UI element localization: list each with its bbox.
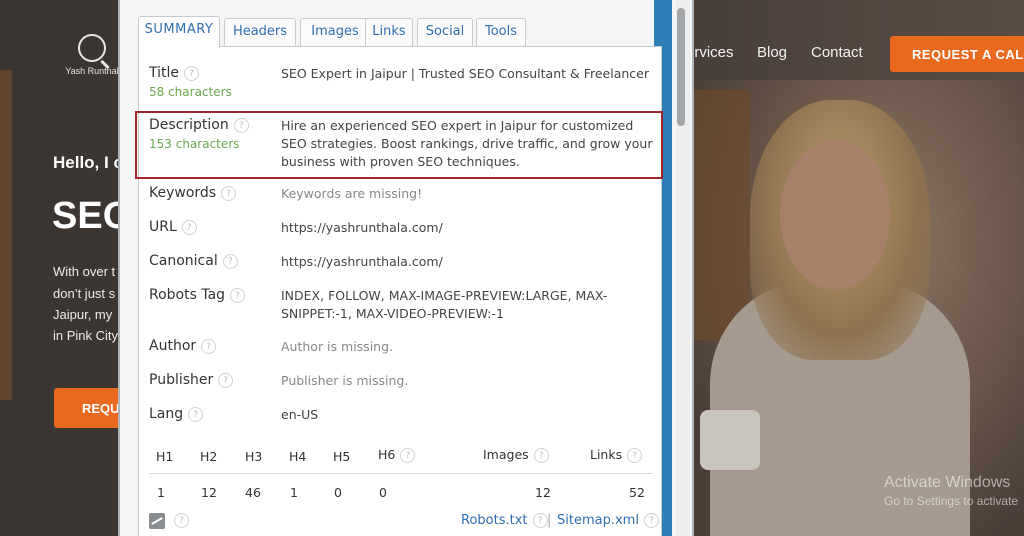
h1-count: 1	[157, 485, 165, 500]
h2-count: 12	[201, 485, 217, 500]
h6-header-text: H6	[378, 447, 396, 462]
canonical-label-text: Canonical	[149, 253, 218, 269]
links-header: Links?	[590, 447, 643, 463]
tab-links[interactable]: Links	[365, 18, 413, 46]
help-icon[interactable]: ?	[230, 287, 246, 303]
help-icon[interactable]: ?	[221, 185, 237, 201]
author-label-text: Author	[149, 338, 197, 354]
description-highlight-box	[135, 111, 663, 179]
hero-request-button[interactable]: REQU	[54, 388, 124, 428]
summary-panel: Title? 58 characters SEO Expert in Jaipu…	[135, 46, 663, 536]
help-icon[interactable]: ?	[188, 406, 204, 422]
url-label: URL?	[149, 219, 197, 235]
site-logo[interactable]: Yash Runthal	[62, 34, 122, 76]
photo-cup	[700, 410, 760, 470]
help-icon[interactable]: ?	[222, 253, 238, 269]
nav-blog[interactable]: Blog	[757, 44, 787, 61]
help-icon[interactable]: ?	[174, 513, 189, 528]
robots-txt-link-text[interactable]: Robots.txt	[461, 513, 528, 528]
links-header-text: Links	[590, 447, 623, 462]
help-icon[interactable]: ?	[400, 448, 416, 463]
h4-header: H4	[289, 449, 307, 464]
author-label: Author?	[149, 338, 217, 354]
tab-tools[interactable]: Tools	[476, 18, 526, 46]
robots-label-text: Robots Tag	[149, 287, 226, 303]
images-header: Images?	[483, 447, 549, 463]
hero-paragraph-line: don’t just s	[53, 286, 116, 301]
scrollbar-thumb[interactable]	[677, 8, 685, 126]
nav-contact[interactable]: Contact	[811, 44, 863, 61]
title-label-text: Title	[149, 65, 180, 81]
canonical-label: Canonical?	[149, 253, 238, 269]
publisher-label-text: Publisher	[149, 372, 214, 388]
photo-person-face	[780, 140, 890, 290]
tab-social[interactable]: Social	[417, 18, 473, 46]
lang-label: Lang?	[149, 406, 204, 422]
panel-footer: ? Robots.txt? | Sitemap.xml?	[139, 513, 663, 536]
title-label: Title?	[149, 65, 200, 81]
title-char-count: 58 characters	[149, 85, 232, 99]
sitemap-xml-link[interactable]: Sitemap.xml?	[557, 513, 659, 528]
hero-greeting: Hello, I c	[53, 153, 123, 172]
robots-value: INDEX, FOLLOW, MAX-IMAGE-PREVIEW:LARGE, …	[281, 288, 608, 321]
footer-separator: |	[547, 513, 552, 528]
tab-summary[interactable]: SUMMARY	[138, 16, 220, 48]
magnifier-logo-icon	[78, 34, 106, 62]
publisher-value: Publisher is missing.	[281, 373, 409, 388]
headings-divider	[149, 473, 653, 474]
h2-header: H2	[200, 449, 218, 464]
help-icon[interactable]: ?	[627, 448, 643, 463]
h1-header: H1	[156, 449, 174, 464]
h3-header: H3	[245, 449, 263, 464]
logo-text: Yash Runthal	[65, 66, 119, 76]
help-icon[interactable]: ?	[643, 513, 659, 528]
help-icon[interactable]: ?	[533, 448, 549, 463]
keywords-value: Keywords are missing!	[281, 186, 423, 201]
chart-icon[interactable]	[149, 513, 165, 529]
photo-frame	[690, 90, 750, 340]
help-icon[interactable]: ?	[201, 338, 217, 354]
hero-paragraph-line: With over t	[53, 264, 116, 279]
h6-header: H6?	[378, 447, 416, 463]
robots-label: Robots Tag?	[149, 287, 246, 303]
h6-count: 0	[379, 485, 387, 500]
author-value: Author is missing.	[281, 339, 393, 354]
url-value: https://yashrunthala.com/	[281, 220, 443, 235]
images-header-text: Images	[483, 447, 529, 462]
tab-headers[interactable]: Headers	[224, 18, 296, 46]
wall-frame	[0, 70, 12, 400]
h3-count: 46	[245, 485, 261, 500]
seo-meta-popup: SUMMARY Headers Images Links Social Tool…	[118, 0, 694, 536]
h5-header: H5	[333, 449, 351, 464]
lang-value: en-US	[281, 407, 319, 422]
robots-txt-link[interactable]: Robots.txt?	[461, 513, 548, 528]
help-icon[interactable]: ?	[532, 513, 548, 528]
h4-count: 1	[290, 485, 298, 500]
tab-images[interactable]: Images	[300, 18, 370, 46]
sitemap-xml-link-text[interactable]: Sitemap.xml	[557, 513, 639, 528]
hero-paragraph-line: in Pink City	[53, 328, 119, 343]
help-icon[interactable]: ?	[218, 372, 234, 388]
images-count: 12	[535, 485, 551, 500]
hero-photo	[690, 80, 1024, 536]
keywords-label: Keywords?	[149, 185, 237, 201]
url-label-text: URL	[149, 219, 177, 235]
watermark-subtitle: Go to Settings to activate	[884, 494, 1019, 508]
keywords-label-text: Keywords	[149, 185, 217, 201]
lang-label-text: Lang	[149, 406, 184, 422]
help-icon[interactable]: ?	[184, 65, 200, 81]
links-count: 52	[629, 485, 645, 500]
hero-paragraph-line: Jaipur, my	[53, 307, 113, 322]
watermark-title: Activate Windows	[884, 474, 1011, 491]
windows-activation-watermark: Activate Windows Go to Settings to activ…	[884, 474, 1018, 508]
scrollbar[interactable]	[676, 0, 690, 536]
request-call-button[interactable]: REQUEST A CALL	[890, 36, 1024, 72]
help-icon[interactable]: ?	[181, 219, 197, 235]
canonical-value: https://yashrunthala.com/	[281, 254, 443, 269]
h5-count: 0	[334, 485, 342, 500]
title-value: SEO Expert in Jaipur | Trusted SEO Consu…	[281, 66, 650, 81]
publisher-label: Publisher?	[149, 372, 234, 388]
